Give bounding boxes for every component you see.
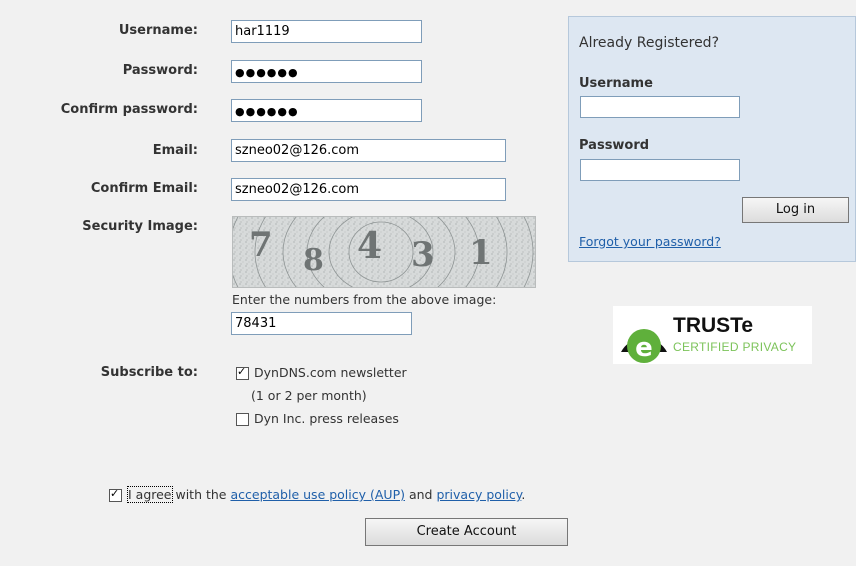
captcha-digit: 1 (469, 233, 493, 273)
agree-checkbox[interactable] (109, 487, 122, 502)
login-heading: Already Registered? (579, 35, 719, 51)
agree-label[interactable]: I agree (127, 486, 173, 503)
newsletter-label: DynDNS.com newsletter (254, 365, 407, 380)
login-username-input[interactable] (580, 96, 740, 118)
username-label: Username: (118, 23, 198, 38)
create-account-button[interactable]: Create Account (365, 518, 568, 546)
email-label: Email: (152, 143, 198, 158)
login-panel: Already Registered? Username Password Lo… (568, 16, 856, 262)
confirm-email-input[interactable]: szneo02@126.com (231, 178, 506, 201)
security-image-label: Security Image: (82, 219, 198, 234)
captcha-input[interactable]: 78431 (231, 312, 412, 335)
truste-brand: TRUSTe (673, 314, 754, 337)
confirm-password-input[interactable]: ●●●●●● (231, 99, 422, 122)
login-button[interactable]: Log in (742, 197, 849, 223)
svg-text:e: e (635, 333, 653, 363)
confirm-email-label: Confirm Email: (90, 181, 198, 196)
username-input[interactable]: har1119 (231, 20, 422, 43)
captcha-digit: 7 (249, 225, 273, 265)
press-releases-checkbox[interactable] (236, 413, 249, 426)
captcha-digit: 3 (411, 235, 435, 275)
captcha-image: 7 8 4 3 1 (232, 216, 536, 288)
agreement-connector: and (405, 487, 437, 502)
truste-logo-icon: e (621, 329, 667, 363)
agreement-text: I agree with the acceptable use policy (… (127, 486, 526, 503)
captcha-digit: 8 (303, 243, 324, 278)
privacy-policy-link[interactable]: privacy policy (436, 487, 521, 502)
newsletter-checkbox[interactable] (236, 365, 249, 380)
email-input[interactable]: szneo02@126.com (231, 139, 506, 162)
agreement-period: . (521, 487, 526, 502)
login-username-label: Username (579, 76, 653, 91)
captcha-instruction: Enter the numbers from the above image: (232, 292, 497, 307)
subscribe-label: Subscribe to: (100, 365, 198, 380)
password-input[interactable]: ●●●●●● (231, 60, 422, 83)
forgot-password-link[interactable]: Forgot your password? (579, 234, 721, 249)
confirm-password-label: Confirm password: (60, 102, 198, 117)
captcha-digit: 4 (357, 225, 383, 267)
login-password-input[interactable] (580, 159, 740, 181)
agreement-connector: with the (171, 487, 231, 502)
newsletter-note: (1 or 2 per month) (251, 388, 367, 403)
aup-link[interactable]: acceptable use policy (AUP) (230, 487, 405, 502)
truste-seal[interactable]: e TRUSTe CERTIFIED PRIVACY (613, 306, 812, 364)
password-label: Password: (122, 63, 198, 78)
truste-tagline: CERTIFIED PRIVACY (673, 340, 797, 354)
press-releases-label: Dyn Inc. press releases (254, 411, 399, 426)
login-password-label: Password (579, 138, 650, 153)
